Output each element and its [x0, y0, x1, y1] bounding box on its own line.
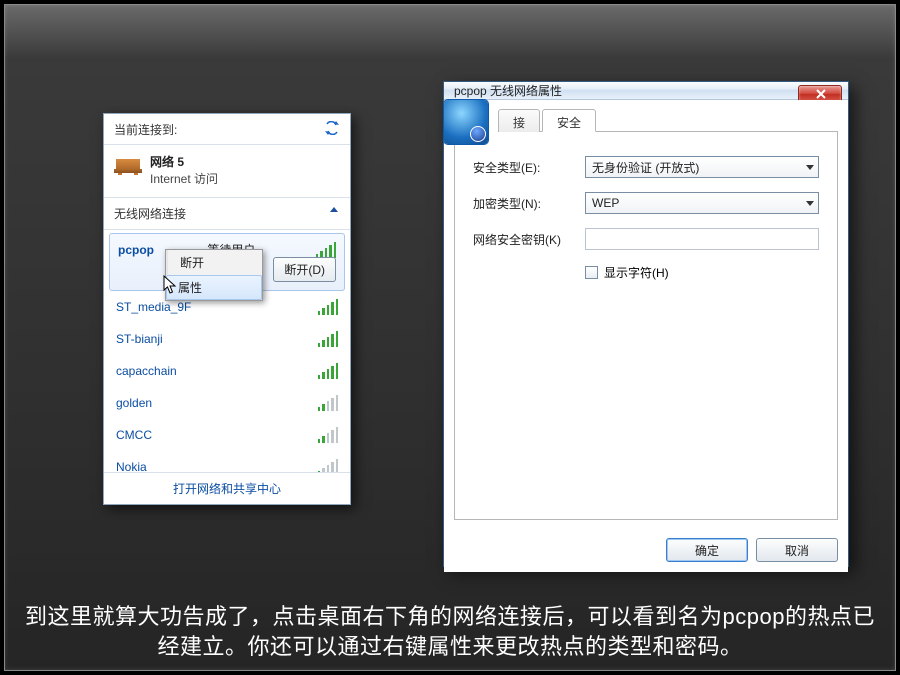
signal-icon — [318, 395, 338, 411]
tab-security[interactable]: 安全 — [542, 109, 596, 132]
section-label: 无线网络连接 — [114, 207, 186, 221]
tab-connection[interactable]: 接 — [498, 109, 540, 132]
tab-strip: 接 安全 — [498, 108, 838, 132]
dialog-button-row: 确定 取消 — [444, 530, 848, 572]
security-type-select[interactable]: 无身份验证 (开放式) — [585, 156, 819, 178]
chevron-down-icon — [806, 201, 814, 206]
network-key-input[interactable] — [585, 228, 819, 250]
wifi-item[interactable]: golden — [104, 387, 350, 419]
stage-frame: 当前连接到: 网络 5 Internet 访问 无线网络连接 pcpop — [4, 4, 896, 671]
cursor-icon — [163, 275, 177, 295]
label-encryption-type: 加密类型(N): — [473, 195, 585, 212]
wifi-name: CMCC — [116, 428, 152, 442]
open-network-center-link[interactable]: 打开网络和共享中心 — [104, 472, 350, 504]
network-bench-icon — [114, 153, 142, 175]
wifi-item[interactable]: ST-bianji — [104, 323, 350, 355]
cancel-button[interactable]: 取消 — [756, 538, 838, 562]
chevron-up-icon — [330, 207, 338, 212]
dialog-titlebar[interactable]: pcpop 无线网络属性 — [444, 82, 848, 100]
refresh-icon[interactable] — [324, 121, 340, 135]
ctx-disconnect[interactable]: 断开 — [166, 250, 262, 275]
wifi-item[interactable]: CMCC — [104, 419, 350, 451]
wifi-name: ST-bianji — [116, 332, 163, 346]
context-menu: 断开 属性 — [165, 249, 263, 301]
network-flyout: 当前连接到: 网络 5 Internet 访问 无线网络连接 pcpop — [103, 113, 351, 505]
wifi-item[interactable]: capacchain — [104, 355, 350, 387]
show-characters-row[interactable]: 显示字符(H) — [585, 264, 819, 281]
current-network-name: 网络 5 — [150, 153, 218, 170]
wifi-name: golden — [116, 396, 152, 410]
dialog-body: 接 安全 安全类型(E): 无身份验证 (开放式) 加密类型(N): WEP — [444, 100, 848, 530]
wifi-name: pcpop — [118, 243, 154, 257]
signal-icon — [318, 299, 338, 315]
encryption-type-value: WEP — [592, 196, 619, 210]
wifi-name: capacchain — [116, 364, 177, 378]
security-pane: 安全类型(E): 无身份验证 (开放式) 加密类型(N): WEP 网络安全密钥… — [454, 132, 838, 520]
disconnect-button[interactable]: 断开(D) — [273, 257, 336, 282]
security-type-value: 无身份验证 (开放式) — [592, 159, 699, 176]
signal-icon — [318, 427, 338, 443]
signal-icon — [316, 242, 336, 258]
encryption-type-select[interactable]: WEP — [585, 192, 819, 214]
flyout-header: 当前连接到: — [104, 114, 350, 145]
flyout-title: 当前连接到: — [114, 123, 177, 137]
ctx-properties[interactable]: 属性 — [166, 275, 262, 300]
wireless-section-header[interactable]: 无线网络连接 — [104, 198, 350, 230]
dialog-title: pcpop 无线网络属性 — [454, 82, 562, 99]
show-characters-label: 显示字符(H) — [604, 264, 669, 281]
signal-icon — [318, 363, 338, 379]
chevron-down-icon — [806, 165, 814, 170]
show-characters-checkbox[interactable] — [585, 266, 598, 279]
current-connection: 网络 5 Internet 访问 — [104, 145, 350, 198]
signal-icon — [318, 331, 338, 347]
wireless-globe-icon — [444, 100, 488, 144]
current-network-status: Internet 访问 — [150, 170, 218, 187]
label-network-key: 网络安全密钥(K) — [473, 231, 585, 248]
wifi-name: ST_media_9F — [116, 300, 191, 314]
wireless-properties-dialog: pcpop 无线网络属性 接 安全 安全类型(E): 无身份验证 (开放式) — [443, 81, 849, 567]
label-security-type: 安全类型(E): — [473, 159, 585, 176]
caption-text: 到这里就算大功告成了，点击桌面右下角的网络连接后，可以看到名为pcpop的热点已… — [15, 602, 885, 662]
ok-button[interactable]: 确定 — [666, 538, 748, 562]
